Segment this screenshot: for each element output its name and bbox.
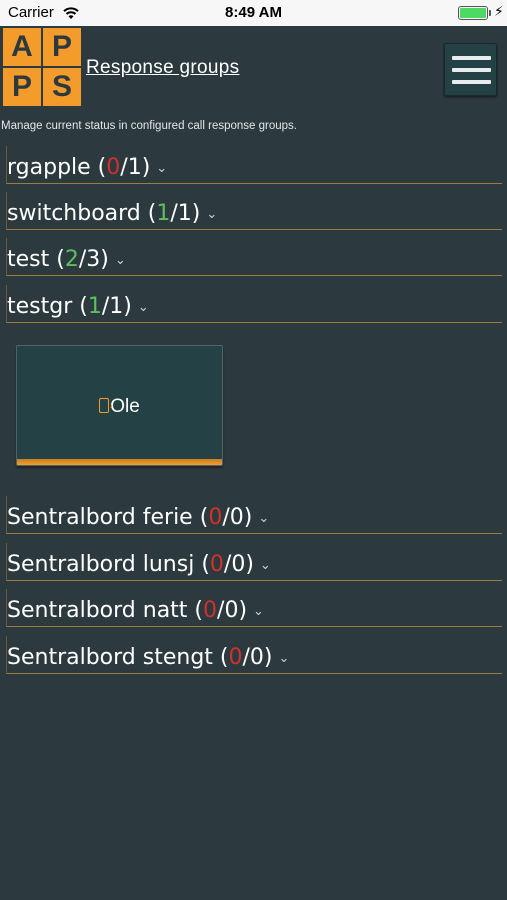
page-title-link[interactable]: Response groups [86,57,239,79]
group-label: rgapple (0/1) ⌄ [7,155,168,180]
group-active-count: 0 [208,505,223,530]
group-total-count: 1 [177,201,192,226]
logo-letter: P [43,28,81,66]
chevron-down-icon: ⌄ [278,651,290,666]
group-total-count: 1 [109,294,124,319]
group-label: Sentralbord stengt (0/0) ⌄ [7,645,290,670]
group-name: Sentralbord lunsj [7,552,195,577]
group-name: Sentralbord ferie [7,505,193,530]
chevron-down-icon: ⌄ [114,253,126,268]
clock: 8:49 AM [225,4,282,21]
response-group-rgapple[interactable]: rgapple (0/1) ⌄ [6,146,502,184]
group-total-count: 3 [86,247,101,272]
group-active-count: 1 [87,294,102,319]
group-name: Sentralbord stengt [7,645,213,670]
group-name: testgr [7,294,73,319]
apps-logo[interactable]: A P P S [3,28,81,106]
logo-letter: P [3,68,41,106]
group-active-count: 1 [156,201,171,226]
response-group-sentralbord-stengt[interactable]: Sentralbord stengt (0/0) ⌄ [6,636,502,674]
hamburger-icon [452,80,491,84]
group-active-count: 0 [203,598,218,623]
response-group-testgr[interactable]: testgr (1/1) ⌄ [6,285,502,323]
group-label: Sentralbord ferie (0/0) ⌄ [7,505,270,530]
group-active-count: 0 [106,155,121,180]
logo-letter: A [3,28,41,66]
group-name: rgapple [7,155,91,180]
response-group-test[interactable]: test (2/3) ⌄ [6,238,502,276]
group-label: Sentralbord natt (0/0) ⌄ [7,598,264,623]
group-label: testgr (1/1) ⌄ [7,294,149,319]
status-bar: Carrier 8:49 AM ⚡ [0,0,507,26]
group-active-count: 0 [228,645,243,670]
battery-cap [489,10,491,16]
group-active-count: 2 [64,247,79,272]
group-name: switchboard [7,201,141,226]
charging-icon: ⚡ [494,4,504,20]
group-name: Sentralbord natt [7,598,188,623]
group-total-count: 1 [127,155,142,180]
mobile-phone-icon [99,398,113,413]
group-total-count: 0 [249,645,264,670]
member-card-ole[interactable]: Ole [16,345,223,466]
chevron-down-icon: ⌄ [206,207,218,222]
page-description: Manage current status in configured call… [1,120,297,132]
hamburger-icon [452,68,491,72]
group-active-count: 0 [209,552,224,577]
response-group-sentralbord-lunsj[interactable]: Sentralbord lunsj (0/0) ⌄ [6,543,502,581]
group-label: Sentralbord lunsj (0/0) ⌄ [7,552,271,577]
group-label: test (2/3) ⌄ [7,247,126,272]
menu-button[interactable] [444,43,497,96]
chevron-down-icon: ⌄ [253,604,264,619]
group-total-count: 0 [224,598,239,623]
member-label: Ole [17,396,222,418]
group-total-count: 0 [231,552,246,577]
chevron-down-icon: ⌄ [259,558,271,573]
logo-letter: S [43,68,81,106]
group-name: test [7,247,50,272]
chevron-down-icon: ⌄ [156,161,168,176]
battery-icon [458,6,488,20]
response-group-sentralbord-ferie[interactable]: Sentralbord ferie (0/0) ⌄ [6,496,502,534]
chevron-down-icon: ⌄ [258,511,270,526]
chevron-down-icon: ⌄ [137,300,149,315]
member-status-bar [17,459,222,465]
member-name: Ole [110,396,140,417]
group-label: switchboard (1/1) ⌄ [7,201,218,226]
response-group-switchboard[interactable]: switchboard (1/1) ⌄ [6,192,502,230]
group-total-count: 0 [229,505,244,530]
response-group-sentralbord-natt[interactable]: Sentralbord natt (0/0) ⌄ [6,589,502,627]
hamburger-icon [452,56,491,60]
